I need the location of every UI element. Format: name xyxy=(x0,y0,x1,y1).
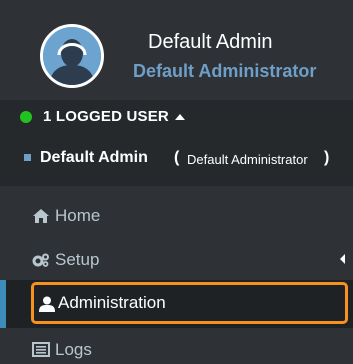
profile-role: Default Administrator xyxy=(133,61,317,81)
user-profile-panel: Default Admin Default Administrator xyxy=(0,0,353,96)
logged-users-label: 1 LOGGED USER xyxy=(43,108,169,125)
active-indicator xyxy=(0,280,6,328)
nav-item-logs[interactable]: Logs xyxy=(0,330,353,364)
sidebar: Default Admin Default Administrator 1 LO… xyxy=(0,0,353,364)
nav-label-administration: Administration xyxy=(58,293,166,312)
nav-item-home[interactable]: Home xyxy=(0,196,353,236)
caret-up-icon xyxy=(175,114,185,120)
cogs-icon xyxy=(32,252,50,268)
chevron-left-icon xyxy=(340,254,345,264)
nav-item-administration[interactable]: Administration xyxy=(0,280,353,328)
paren-close: ) xyxy=(324,149,330,166)
online-status-icon xyxy=(20,111,32,123)
nav-item-setup[interactable]: Setup xyxy=(0,240,353,280)
nav-label-home: Home xyxy=(55,206,101,225)
logged-user-role: Default Administrator xyxy=(187,152,308,167)
logged-user-name: Default Admin xyxy=(40,149,148,166)
list-icon xyxy=(32,342,50,358)
nav-label-logs: Logs xyxy=(55,340,92,359)
logged-users-toggle[interactable]: 1 LOGGED USER xyxy=(0,100,353,134)
home-icon xyxy=(32,208,50,224)
nav-label-setup: Setup xyxy=(55,250,100,269)
user-avatar-icon[interactable] xyxy=(40,24,104,88)
logged-user-item[interactable]: Default Admin ( Default Administrator ) xyxy=(0,134,353,186)
user-icon xyxy=(38,296,56,312)
bullet-icon xyxy=(24,154,31,161)
paren-open: ( xyxy=(174,149,180,166)
profile-name: Default Admin xyxy=(148,31,273,53)
